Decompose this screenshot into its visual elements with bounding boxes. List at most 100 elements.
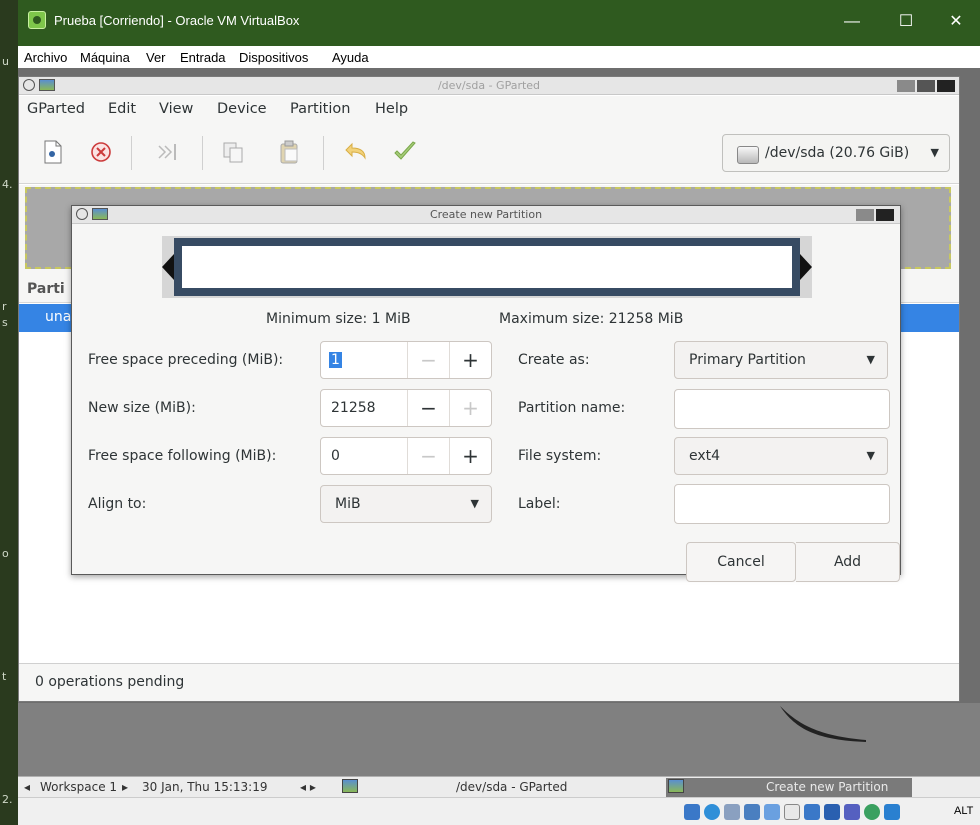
gparted-toolbar: /dev/sda (20.76 GiB) ▼: [19, 122, 959, 184]
apply-icon[interactable]: [391, 138, 419, 166]
resize-move-icon[interactable]: [153, 138, 181, 166]
create-as-dropdown[interactable]: Primary Partition ▼: [674, 341, 888, 379]
copy-icon[interactable]: [219, 138, 247, 166]
decrement-button[interactable]: −: [407, 390, 449, 426]
virtualbox-app-icon: [28, 11, 46, 29]
recording-icon[interactable]: [824, 804, 840, 820]
usb-icon[interactable]: [764, 804, 780, 820]
mouse-integration-icon[interactable]: [884, 804, 900, 820]
free-space-preceding-stepper[interactable]: 1 − +: [320, 341, 492, 379]
gparted-task-icon: [668, 779, 684, 793]
host-text-fragment: o: [2, 547, 9, 560]
right-resize-handle[interactable]: [800, 254, 812, 280]
operations-pending-text: 0 operations pending: [35, 674, 185, 690]
cpu-icon[interactable]: [844, 804, 860, 820]
window-controls[interactable]: [856, 209, 896, 221]
audio-icon[interactable]: [724, 804, 740, 820]
dialog-titlebar[interactable]: Create new Partition: [72, 206, 900, 224]
workspace-prev-button[interactable]: ◂: [24, 780, 30, 794]
free-space-preceding-label: Free space preceding (MiB):: [88, 352, 284, 368]
host-text-fragment: 2.: [2, 793, 13, 806]
menu-ayuda[interactable]: Ayuda: [332, 50, 369, 65]
file-system-dropdown[interactable]: ext4 ▼: [674, 437, 888, 475]
menu-device[interactable]: Device: [217, 101, 267, 117]
free-space-following-stepper[interactable]: 0 − +: [320, 437, 492, 475]
guest-additions-icon[interactable]: [864, 804, 880, 820]
gparted-task-icon: [342, 779, 358, 793]
partition-block[interactable]: [174, 238, 800, 296]
device-selector[interactable]: /dev/sda (20.76 GiB) ▼: [722, 134, 950, 172]
shared-folders-icon[interactable]: [784, 804, 800, 820]
delete-partition-icon[interactable]: [87, 138, 115, 166]
menu-maquina[interactable]: Máquina: [80, 50, 130, 65]
maximize-button[interactable]: ☐: [886, 10, 926, 34]
task-gparted[interactable]: /dev/sda - GParted: [456, 780, 567, 794]
partition-column-header[interactable]: Parti: [27, 281, 65, 297]
chevron-down-icon: ▼: [930, 146, 939, 159]
free-space-preceding-value[interactable]: 1: [329, 352, 342, 368]
create-partition-dialog: Create new Partition Minimum size: 1 MiB…: [71, 205, 901, 582]
toolbar-separator: [202, 136, 203, 170]
optical-drive-icon[interactable]: [704, 804, 720, 820]
menu-help[interactable]: Help: [375, 101, 408, 117]
maximum-size-text: Maximum size: 21258 MiB: [499, 311, 684, 327]
menu-ver[interactable]: Ver: [146, 50, 166, 65]
menu-view[interactable]: View: [159, 101, 193, 117]
label-field[interactable]: [674, 484, 890, 524]
network-icon[interactable]: [744, 804, 760, 820]
host-text-fragment: s: [2, 316, 8, 329]
add-button[interactable]: Add: [796, 542, 900, 582]
align-to-value: MiB: [335, 496, 361, 512]
hard-disk-icon[interactable]: [684, 804, 700, 820]
align-to-dropdown[interactable]: MiB ▼: [320, 485, 492, 523]
menu-partition[interactable]: Partition: [290, 101, 350, 117]
workspace-label[interactable]: Workspace 1: [40, 780, 117, 794]
free-space-following-label: Free space following (MiB):: [88, 448, 277, 464]
menu-gparted[interactable]: GParted: [27, 101, 85, 117]
window-controls[interactable]: [897, 80, 955, 92]
minimize-button[interactable]: —: [832, 10, 872, 34]
menu-entrada[interactable]: Entrada: [180, 50, 226, 65]
partition-name-label: Partition name:: [518, 400, 626, 416]
create-as-label: Create as:: [518, 352, 590, 368]
workspace-next-button[interactable]: ▸: [122, 780, 128, 794]
gparted-window: /dev/sda - GParted GParted Edit View Dev…: [18, 76, 960, 702]
undo-icon[interactable]: [343, 138, 371, 166]
left-resize-handle[interactable]: [162, 254, 174, 280]
display-icon[interactable]: [804, 804, 820, 820]
new-size-value[interactable]: 21258: [331, 400, 376, 416]
task-create-partition[interactable]: Create new Partition: [666, 778, 912, 797]
increment-button[interactable]: +: [449, 390, 491, 426]
menu-edit[interactable]: Edit: [108, 101, 136, 117]
host-text-fragment: u: [2, 55, 9, 68]
panel-arrows[interactable]: ◂ ▸: [300, 780, 316, 794]
close-button[interactable]: ✕: [936, 10, 976, 34]
create-as-value: Primary Partition: [689, 352, 806, 368]
host-text-fragment: t: [2, 670, 7, 683]
partition-size-slider[interactable]: [162, 236, 812, 298]
gparted-window-title: /dev/sda - GParted: [437, 79, 541, 92]
gparted-titlebar[interactable]: /dev/sda - GParted: [19, 77, 959, 95]
partition-name-cell: una: [45, 309, 72, 325]
virtualbox-window: Prueba [Corriendo] - Oracle VM VirtualBo…: [18, 0, 980, 825]
menu-archivo[interactable]: Archivo: [24, 50, 67, 65]
increment-button[interactable]: +: [449, 342, 491, 378]
cancel-button[interactable]: Cancel: [686, 542, 796, 582]
window-title: Prueba [Corriendo] - Oracle VM VirtualBo…: [54, 13, 300, 28]
free-space-following-value[interactable]: 0: [331, 448, 340, 464]
increment-button[interactable]: +: [449, 438, 491, 474]
menu-dispositivos[interactable]: Dispositivos: [239, 50, 308, 65]
guest-screen: /dev/sda - GParted GParted Edit View Dev…: [18, 68, 980, 825]
new-size-stepper[interactable]: 21258 − +: [320, 389, 492, 427]
new-size-label: New size (MiB):: [88, 400, 196, 416]
new-partition-icon[interactable]: [39, 138, 67, 166]
decrement-button[interactable]: −: [407, 438, 449, 474]
chevron-down-icon: ▼: [470, 497, 479, 510]
virtualbox-statusbar: ALT: [18, 797, 980, 825]
task-create-partition-label: Create new Partition: [766, 780, 889, 794]
decrement-button[interactable]: −: [407, 342, 449, 378]
toolbar-separator: [131, 136, 132, 170]
paste-icon[interactable]: [275, 138, 303, 166]
partition-name-field[interactable]: [674, 389, 890, 429]
virtualbox-titlebar[interactable]: Prueba [Corriendo] - Oracle VM VirtualBo…: [18, 0, 980, 46]
